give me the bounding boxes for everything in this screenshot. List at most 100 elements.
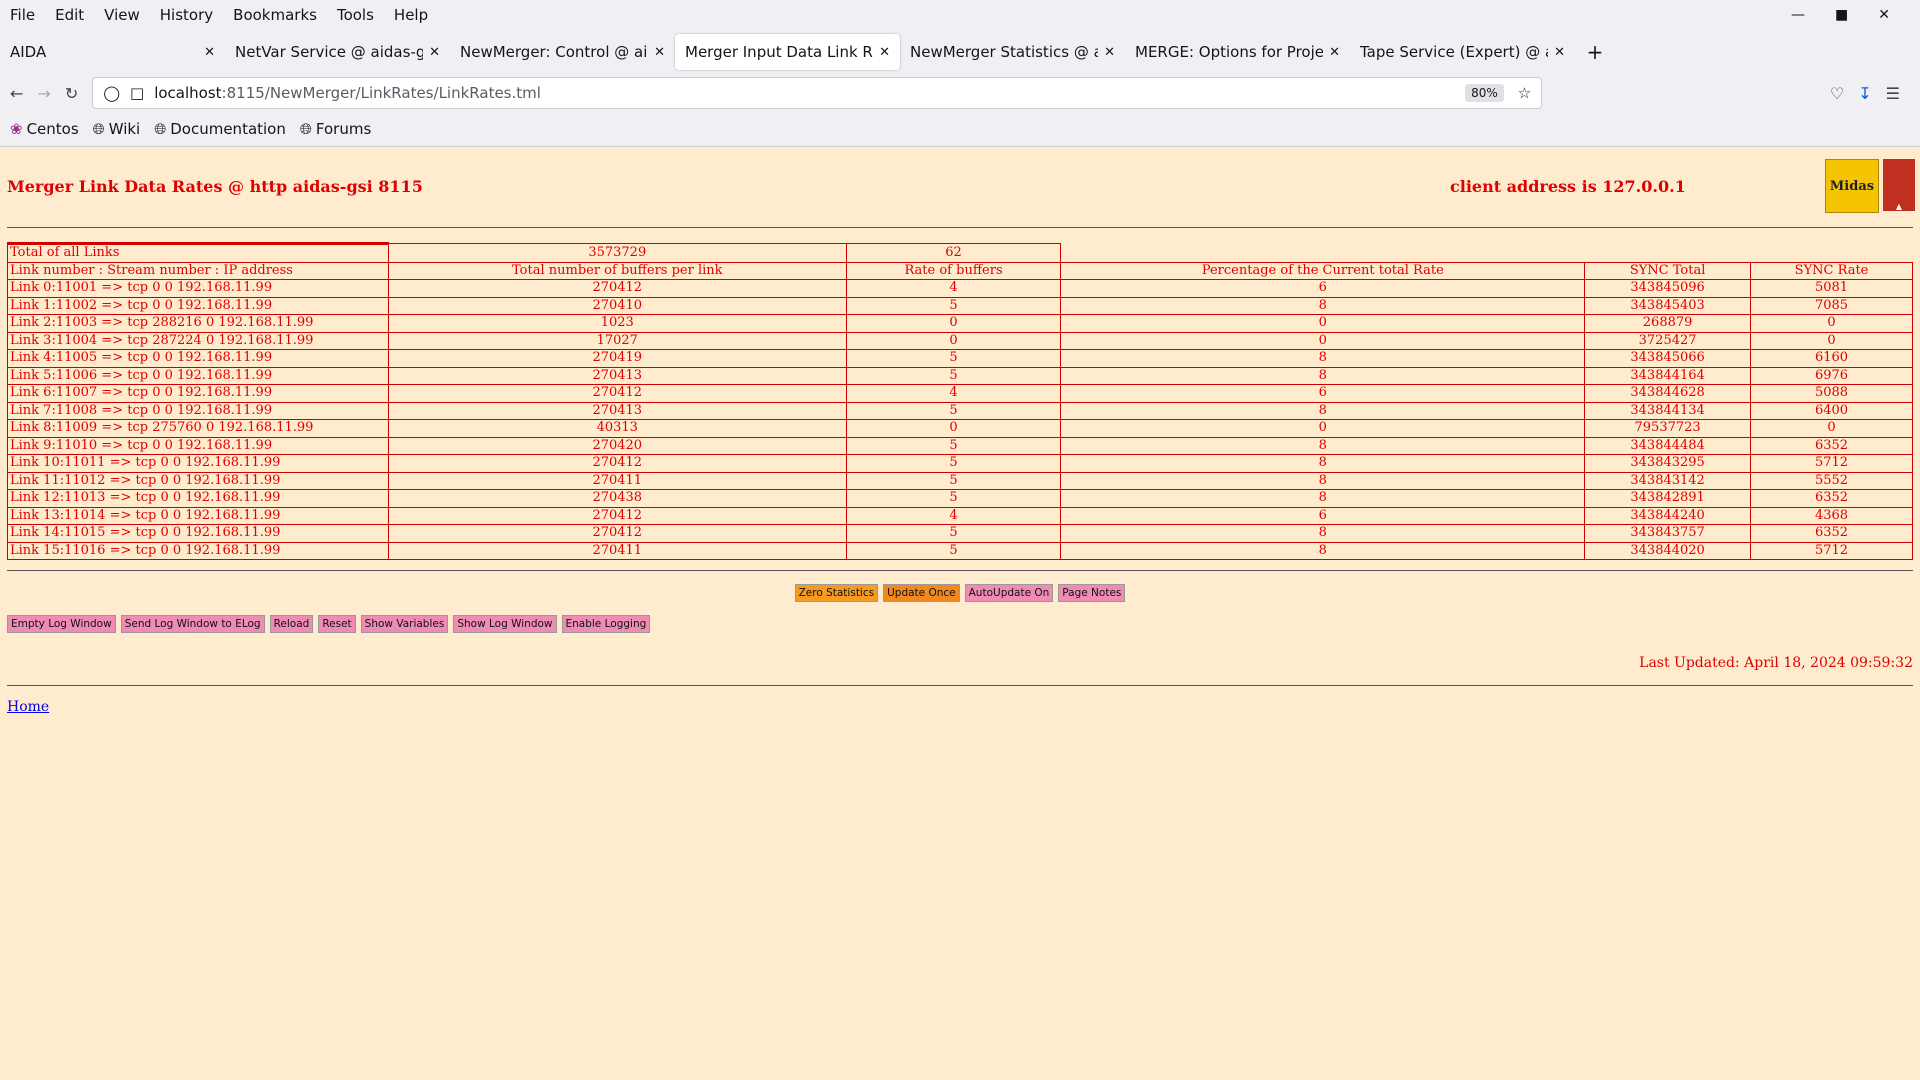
bookmark-label: Wiki: [108, 120, 141, 138]
totals-empty: [1060, 243, 1913, 263]
new-tab-icon[interactable]: +: [1575, 30, 1615, 74]
rate-cell: 5: [845, 471, 1062, 490]
shield-icon[interactable]: ◯: [103, 84, 120, 102]
bookmark-documentation[interactable]: 🌐︎ Documentation: [154, 120, 286, 138]
menu-history[interactable]: History: [160, 6, 213, 24]
rate-cell: 5: [845, 524, 1062, 543]
menu-file[interactable]: File: [10, 6, 35, 24]
menu-tools[interactable]: Tools: [337, 6, 374, 24]
tab-netvar[interactable]: NetVar Service @ aidas-gsi ✕: [225, 30, 450, 74]
sync-total-cell: 268879: [1584, 314, 1752, 333]
buffers-cell: 270413: [387, 366, 847, 385]
rate-cell: 0: [845, 419, 1062, 438]
close-tab-icon[interactable]: ✕: [1329, 45, 1340, 60]
close-tab-icon[interactable]: ✕: [1554, 45, 1565, 60]
back-icon[interactable]: ←: [10, 84, 23, 103]
link-cell: Link 13:11014 => tcp 0 0 192.168.11.99: [7, 506, 389, 525]
menu-bookmarks[interactable]: Bookmarks: [233, 6, 317, 24]
reload-icon[interactable]: ↻: [65, 84, 78, 103]
zoom-level[interactable]: 80%: [1465, 84, 1504, 102]
rate-cell: 4: [845, 279, 1062, 298]
url-bar[interactable]: ◯ □ localhost:8115/NewMerger/LinkRates/L…: [92, 77, 1543, 109]
downloads-icon[interactable]: ↧: [1858, 84, 1871, 103]
rate-cell: 5: [845, 401, 1062, 420]
reload-button[interactable]: Reload: [269, 615, 314, 633]
buffers-cell: 270410: [387, 296, 847, 315]
sync-rate-cell: 6400: [1750, 401, 1913, 420]
buffers-cell: 270419: [387, 349, 847, 368]
buffers-cell: 270411: [387, 471, 847, 490]
sync-rate-cell: 5088: [1750, 384, 1913, 403]
minimize-icon[interactable]: —: [1791, 7, 1805, 23]
table-row: Link 12:11013 => tcp 0 0 192.168.11.99 27…: [7, 489, 1913, 508]
centos-icon: ❀: [10, 120, 23, 138]
bookmark-centos[interactable]: ❀ Centos: [10, 120, 79, 138]
tab-tape-service[interactable]: Tape Service (Expert) @ aida ✕: [1350, 30, 1575, 74]
home-link[interactable]: Home: [7, 699, 49, 715]
buffers-cell: 270412: [387, 384, 847, 403]
menu-help[interactable]: Help: [394, 6, 428, 24]
percentage-cell: 0: [1060, 314, 1586, 333]
close-tab-icon[interactable]: ✕: [429, 45, 440, 60]
table-row: Link 6:11007 => tcp 0 0 192.168.11.99 270…: [7, 384, 1913, 403]
tab-merge-options[interactable]: MERGE: Options for Project N ✕: [1125, 30, 1350, 74]
percentage-cell: 8: [1060, 366, 1586, 385]
tab-aida[interactable]: AIDA ✕: [0, 30, 225, 74]
bookmark-label: Centos: [26, 120, 79, 138]
link-cell: Link 2:11003 => tcp 288216 0 192.168.11.…: [7, 314, 389, 333]
buffers-cell: 270412: [387, 506, 847, 525]
sync-total-cell: 343845066: [1584, 349, 1752, 368]
buffers-cell: 270412: [387, 454, 847, 473]
close-window-icon[interactable]: ✕: [1878, 7, 1890, 23]
empty-log-window-button[interactable]: Empty Log Window: [7, 615, 116, 633]
tab-label: Tape Service (Expert) @ aida: [1360, 43, 1548, 61]
close-tab-icon[interactable]: ✕: [204, 45, 215, 60]
menu-edit[interactable]: Edit: [55, 6, 84, 24]
close-tab-icon[interactable]: ✕: [1104, 45, 1115, 60]
bookmark-forums[interactable]: 🌐︎ Forums: [300, 120, 371, 138]
tab-newmerger-control[interactable]: NewMerger: Control @ aidas ✕: [450, 30, 675, 74]
sync-rate-cell: 5712: [1750, 454, 1913, 473]
show-variables-button[interactable]: Show Variables: [360, 615, 449, 633]
page-notes-button[interactable]: Page Notes: [1058, 584, 1126, 602]
reset-button[interactable]: Reset: [318, 615, 356, 633]
rate-cell: 4: [845, 506, 1062, 525]
update-once-button[interactable]: Update Once: [883, 584, 960, 602]
maximize-icon[interactable]: ■: [1835, 7, 1848, 23]
divider: [7, 570, 1913, 571]
midas-logo: Midas: [1825, 159, 1879, 213]
close-tab-icon[interactable]: ✕: [654, 45, 665, 60]
link-cell: Link 15:11016 => tcp 0 0 192.168.11.99: [7, 541, 389, 560]
hamburger-menu-icon[interactable]: ☰: [1886, 84, 1900, 103]
tab-label: AIDA: [10, 43, 47, 61]
page-header: Merger Link Data Rates @ http aidas-gsi …: [7, 147, 1915, 227]
enable-logging-button[interactable]: Enable Logging: [561, 615, 651, 633]
tab-label: Merger Input Data Link Rates: [685, 43, 873, 61]
zero-statistics-button[interactable]: Zero Statistics: [794, 584, 879, 602]
tab-link-rates[interactable]: Merger Input Data Link Rates ✕: [675, 34, 900, 70]
globe-icon: 🌐︎: [154, 120, 167, 138]
sync-rate-cell: 6352: [1750, 489, 1913, 508]
link-cell: Link 8:11009 => tcp 275760 0 192.168.11.…: [7, 419, 389, 438]
percentage-cell: 6: [1060, 506, 1586, 525]
autoupdate-button[interactable]: AutoUpdate On: [964, 584, 1054, 602]
show-log-window-button[interactable]: Show Log Window: [453, 615, 557, 633]
percentage-cell: 8: [1060, 436, 1586, 455]
buffers-cell: 270411: [387, 541, 847, 560]
percentage-cell: 6: [1060, 279, 1586, 298]
totals-label: Total of all Links: [7, 242, 389, 263]
sync-total-cell: 343844020: [1584, 541, 1752, 560]
rate-cell: 5: [845, 436, 1062, 455]
table-row: Link 11:11012 => tcp 0 0 192.168.11.99 27…: [7, 471, 1913, 490]
close-tab-icon[interactable]: ✕: [879, 45, 890, 60]
sync-total-cell: 343844628: [1584, 384, 1752, 403]
header-row: Link number : Stream number : IP address…: [7, 261, 1913, 280]
bookmark-star-icon[interactable]: ☆: [1518, 84, 1531, 102]
tab-newmerger-statistics[interactable]: NewMerger Statistics @ aida ✕: [900, 30, 1125, 74]
menu-view[interactable]: View: [104, 6, 140, 24]
send-log-to-elog-button[interactable]: Send Log Window to ELog: [120, 615, 265, 633]
bookmark-wiki[interactable]: 🌐︎ Wiki: [93, 120, 141, 138]
pocket-icon[interactable]: ♡: [1830, 84, 1844, 103]
totals-row: Total of all Links 3573729 62: [7, 242, 1913, 263]
forward-icon[interactable]: →: [37, 84, 50, 103]
